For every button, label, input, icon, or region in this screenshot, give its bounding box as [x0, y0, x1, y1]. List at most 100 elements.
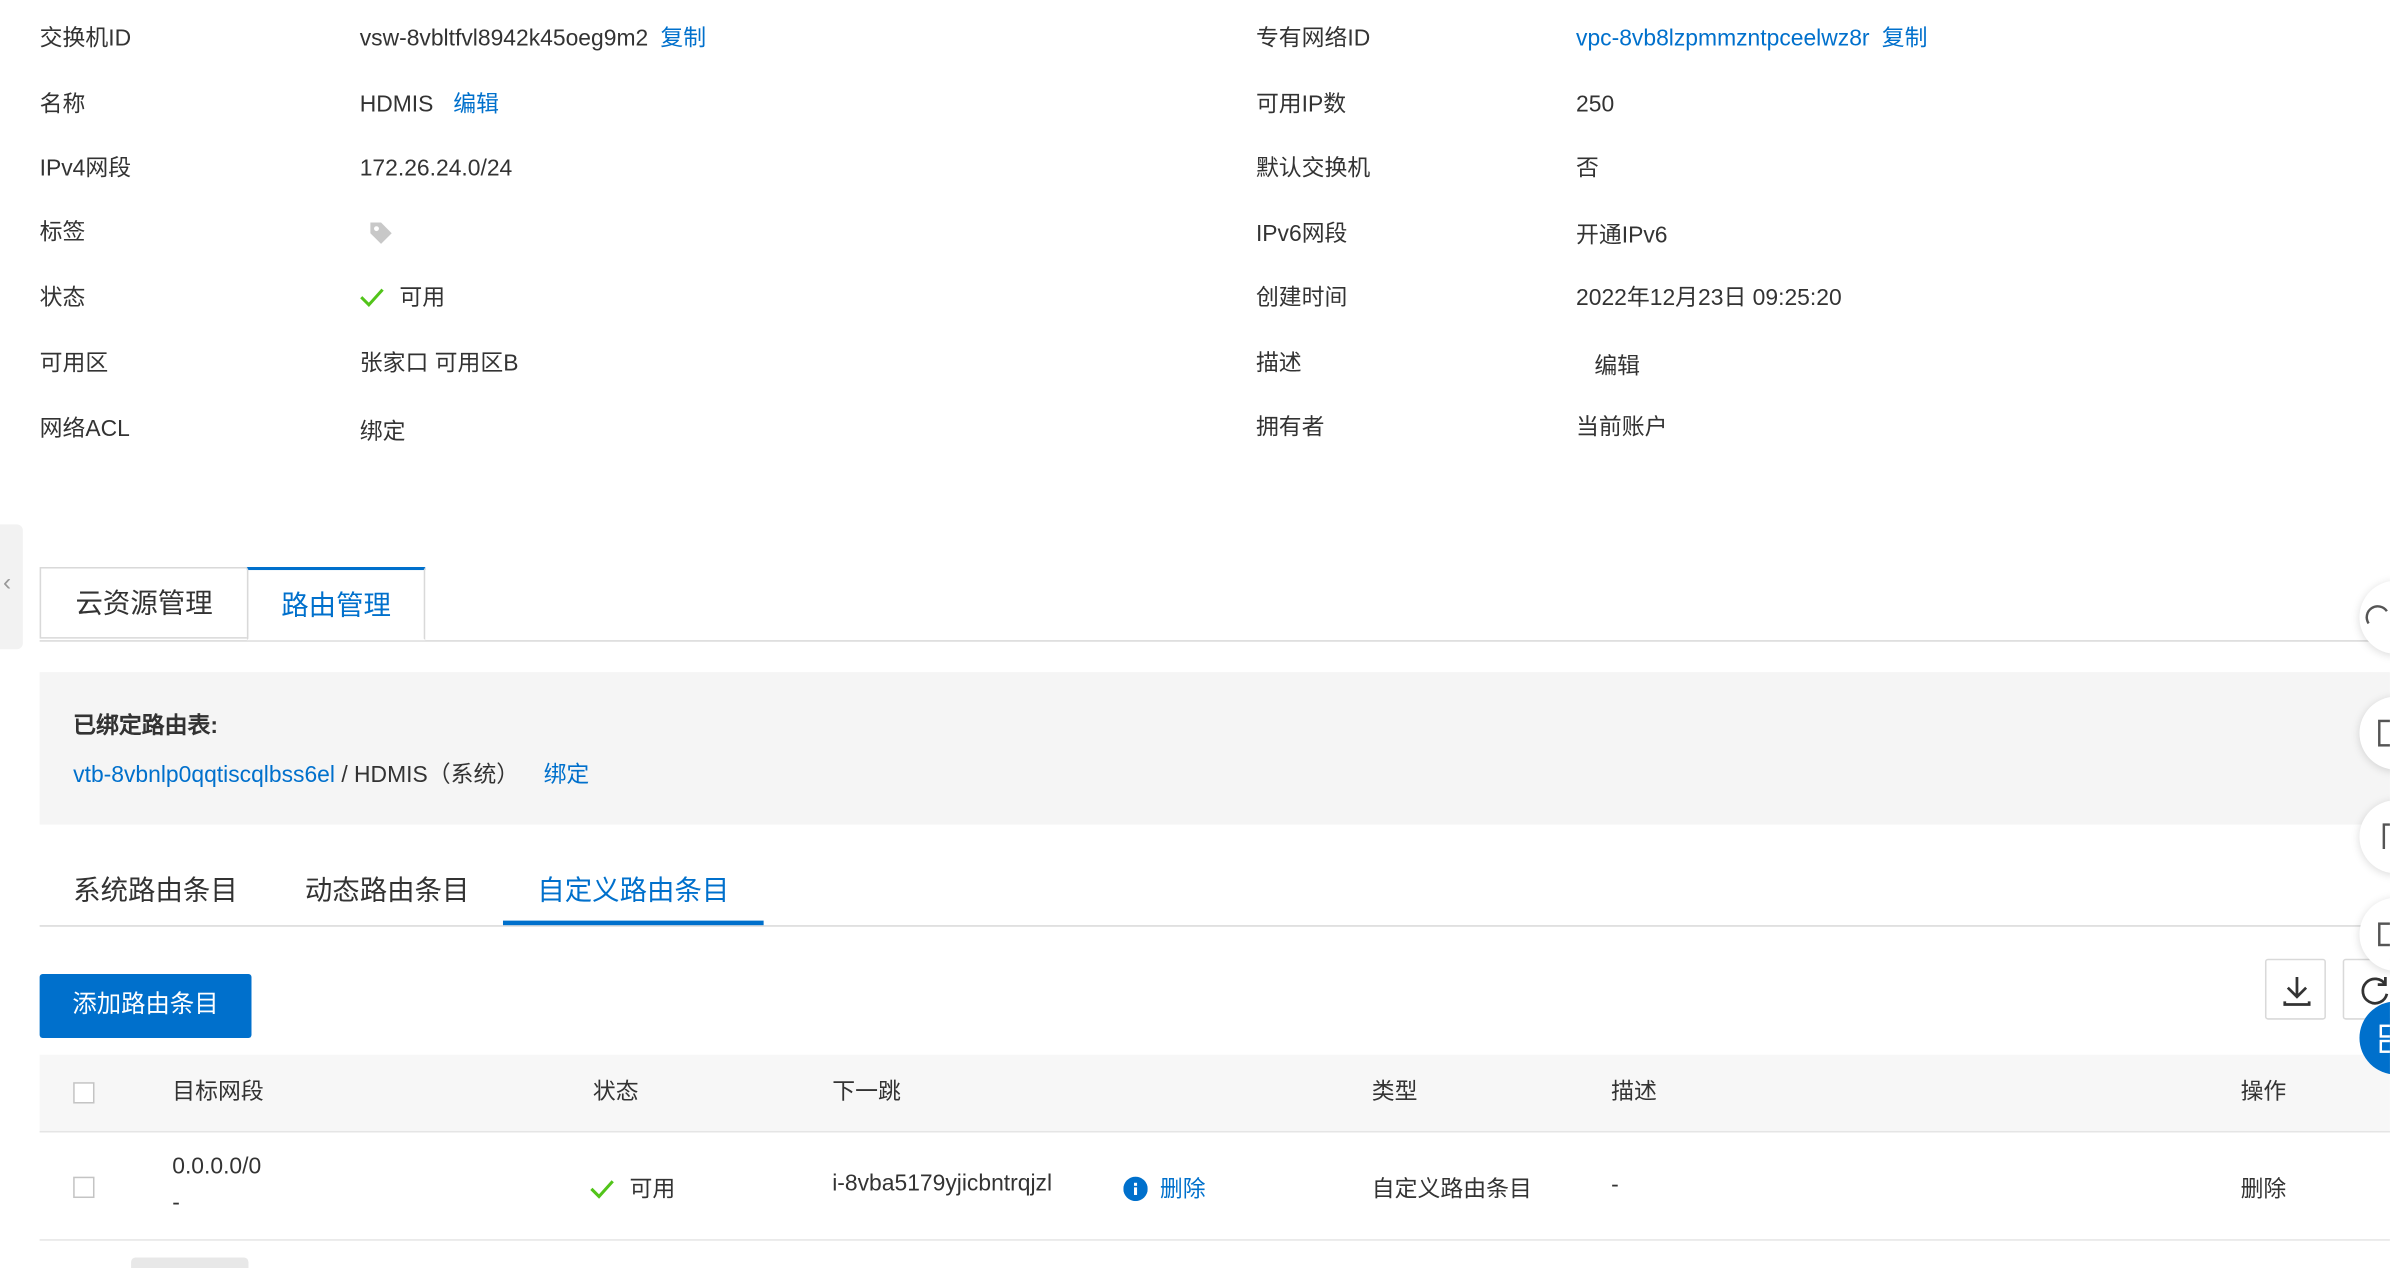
- info-row-vpc-id: 专有网络ID vpc-8vb8lzpmmzntpceelwz8r 复制: [1256, 21, 2384, 58]
- info-icon: [1123, 1176, 1148, 1202]
- col-actions: 操作: [2240, 1079, 2287, 1106]
- select-all-checkbox[interactable]: [73, 1082, 95, 1104]
- name-text: HDMIS: [359, 91, 434, 118]
- main-tabs: 云资源管理 路由管理: [39, 567, 2390, 642]
- edit-name-link[interactable]: 编辑: [453, 91, 499, 117]
- label-available-ip: 可用IP数: [1255, 91, 1347, 118]
- cell-type: 自定义路由条目: [1371, 1176, 1532, 1203]
- col-type: 类型: [1371, 1079, 1418, 1106]
- info-row-vswitch-id: 交换机ID vsw-8vbltfvl8942k45oeg9m2 复制: [40, 21, 1198, 58]
- cell-next-hop-action: 删除: [1123, 1172, 1206, 1204]
- col-status: 状态: [592, 1079, 639, 1106]
- cell-description: -: [1611, 1172, 1619, 1199]
- info-row-owner: 拥有者 当前账户: [1256, 410, 2384, 447]
- download-icon: [2283, 977, 2311, 1006]
- cell-destination-sub: -: [172, 1190, 180, 1217]
- bound-route-table-line: vtb-8vbnlp0qqtiscqlbss6el / HDMIS（系统） 绑定: [73, 758, 589, 790]
- row-checkbox[interactable]: [73, 1176, 95, 1199]
- bind-route-table-link[interactable]: 绑定: [544, 762, 590, 788]
- label-name: 名称: [39, 91, 86, 118]
- col-destination: 目标网段: [172, 1079, 264, 1106]
- float-doc-button[interactable]: [2359, 800, 2390, 874]
- grid-icon: [2379, 1024, 2390, 1053]
- float-contact-button[interactable]: [2359, 580, 2390, 654]
- route-table-header: 目标网段 状态 下一跳 类型 描述 操作: [39, 1054, 2390, 1133]
- edit-icon: [2378, 922, 2390, 947]
- tab-system-routes[interactable]: 系统路由条目: [40, 854, 272, 926]
- check-icon: [590, 1180, 614, 1199]
- label-vpc-id: 专有网络ID: [1255, 25, 1371, 52]
- bind-acl-link[interactable]: 绑定: [360, 415, 406, 452]
- document-icon: [2382, 823, 2390, 849]
- headset-icon: [2365, 605, 2388, 625]
- info-row-status: 状态 可用: [40, 280, 1198, 317]
- info-row-zone: 可用区 张家口 可用区B: [40, 346, 1198, 383]
- value-status: 可用: [360, 280, 445, 317]
- next-hop-link[interactable]: i-8vba5179yjicbntrqjzl: [832, 1171, 1052, 1197]
- value-vswitch-id: vsw-8vbltfvl8942k45oeg9m2 复制: [360, 21, 706, 58]
- info-row-available-ip: 可用IP数 250: [1256, 87, 2384, 124]
- label-acl: 网络ACL: [39, 416, 130, 443]
- info-row-description: 描述 编辑: [1256, 346, 2384, 383]
- sidebar-collapse-handle[interactable]: ‹: [0, 524, 23, 650]
- tab-dynamic-routes[interactable]: 动态路由条目: [271, 854, 503, 926]
- route-table-id-link[interactable]: vtb-8vbnlp0qqtiscqlbss6el: [73, 762, 335, 788]
- cell-destination: 0.0.0.0/0: [172, 1153, 262, 1180]
- value-created: 2022年12月23日 09:25:20: [1576, 285, 1842, 311]
- vpc-id-link[interactable]: vpc-8vb8lzpmmzntpceelwz8r: [1576, 26, 1870, 52]
- value-owner: 当前账户: [1576, 414, 1668, 441]
- col-next-hop: 下一跳: [832, 1079, 901, 1106]
- copy-vswitch-id-link[interactable]: 复制: [660, 26, 706, 52]
- copy-vpc-id-link[interactable]: 复制: [1882, 26, 1928, 52]
- value-vpc-id: vpc-8vb8lzpmmzntpceelwz8r 复制: [1576, 21, 1927, 58]
- label-vswitch-id: 交换机ID: [39, 25, 132, 52]
- label-zone: 可用区: [39, 350, 109, 377]
- value-available-ip: 250: [1576, 91, 1615, 118]
- edit-description-link[interactable]: 编辑: [1594, 349, 1640, 386]
- status-text: 可用: [399, 285, 446, 311]
- tab-route-management[interactable]: 路由管理: [246, 567, 426, 641]
- cell-status: 可用: [590, 1172, 675, 1204]
- cell-status-text: 可用: [629, 1176, 676, 1203]
- info-row-ipv6: IPv6网段 开通IPv6: [1256, 216, 2384, 253]
- float-apps-button[interactable]: [2359, 1001, 2390, 1075]
- clipboard-icon: [2378, 719, 2390, 747]
- tag-icon[interactable]: [367, 219, 394, 259]
- label-tags: 标签: [39, 219, 86, 246]
- delete-route-link[interactable]: 删除: [2241, 1172, 2287, 1204]
- label-default-vswitch: 默认交换机: [1255, 155, 1371, 182]
- bound-route-table-title: 已绑定路由表:: [73, 713, 218, 740]
- label-owner: 拥有者: [1255, 414, 1325, 441]
- value-default-vswitch: 否: [1576, 155, 1599, 182]
- vswitch-id-text: vsw-8vbltfvl8942k45oeg9m2: [359, 25, 649, 52]
- value-zone: 张家口 可用区B: [359, 350, 519, 377]
- float-edit-button[interactable]: [2359, 897, 2390, 971]
- value-name: HDMIS 编辑: [360, 87, 499, 124]
- col-description: 描述: [1611, 1079, 1657, 1106]
- route-entry-tabs: 系统路由条目 动态路由条目 自定义路由条目: [39, 854, 2390, 927]
- chevron-left-icon: ‹: [3, 570, 12, 596]
- page-root: 交换机ID vsw-8vbltfvl8942k45oeg9m2 复制 名称 HDM…: [0, 0, 2390, 1268]
- check-icon: [360, 288, 384, 308]
- tab-cloud-resources[interactable]: 云资源管理: [39, 567, 249, 639]
- add-route-entry-button[interactable]: 添加路由条目: [39, 973, 252, 1038]
- info-row-ipv4: IPv4网段 172.26.24.0/24: [40, 151, 1198, 188]
- bound-route-table-panel: 已绑定路由表: vtb-8vbnlp0qqtiscqlbss6el / HDMI…: [39, 672, 2390, 825]
- table-row: 0.0.0.0/0 - 可用 i-8vba5179yjicbntrqjzl 删除…: [39, 1132, 2390, 1241]
- value-ipv4: 172.26.24.0/24: [359, 155, 513, 182]
- info-row-acl: 网络ACL 绑定: [40, 412, 1198, 449]
- label-created: 创建时间: [1255, 285, 1348, 311]
- info-row-name: 名称 HDMIS 编辑: [40, 87, 1198, 124]
- pagination-stub: [131, 1257, 249, 1268]
- info-row-default-vswitch: 默认交换机 否: [1256, 151, 2384, 188]
- route-table-name: / HDMIS（系统）: [334, 762, 520, 789]
- delete-next-hop-link[interactable]: 删除: [1160, 1177, 1206, 1203]
- download-button[interactable]: [2264, 958, 2326, 1020]
- label-description: 描述: [1255, 350, 1302, 377]
- info-row-created: 创建时间 2022年12月23日 09:25:20: [1256, 280, 2384, 317]
- enable-ipv6-link[interactable]: 开通IPv6: [1576, 218, 1667, 255]
- float-notes-button[interactable]: [2359, 696, 2390, 770]
- label-ipv6: IPv6网段: [1255, 221, 1348, 247]
- tab-custom-routes[interactable]: 自定义路由条目: [502, 854, 764, 926]
- label-status: 状态: [39, 285, 86, 311]
